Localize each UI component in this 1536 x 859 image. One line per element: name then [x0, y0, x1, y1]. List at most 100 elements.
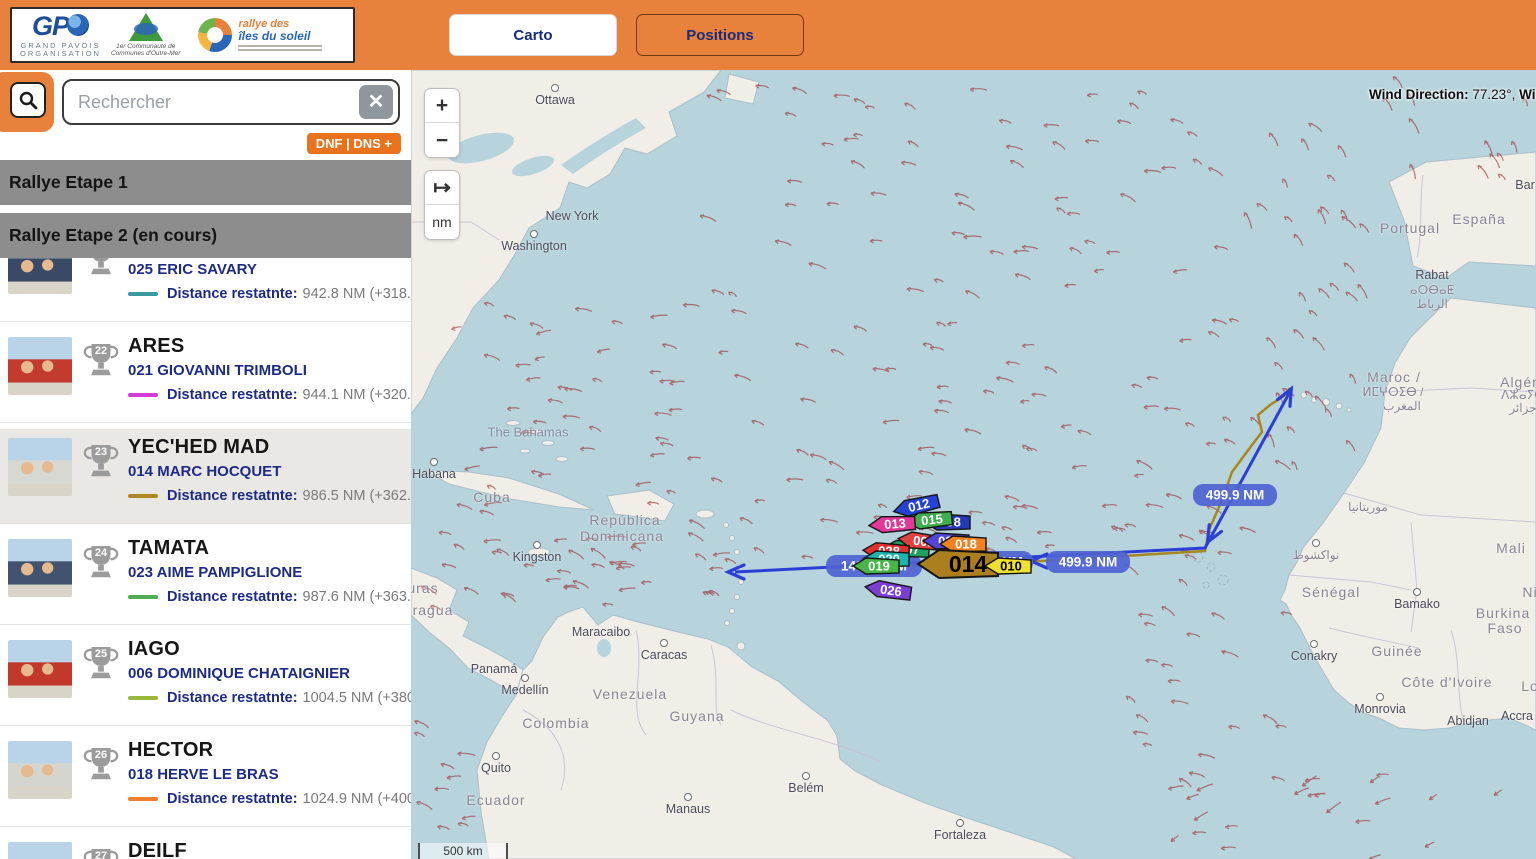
rank-number: 27 — [82, 850, 120, 859]
triangle-logo-icon — [129, 13, 163, 41]
skipper-name: 014 MARC HOCQUET — [128, 463, 411, 480]
unit-button[interactable]: nm — [425, 205, 459, 239]
map-land — [411, 70, 1536, 859]
track-color-swatch — [128, 393, 158, 397]
map-islands-dashed — [1193, 552, 1228, 588]
boat-list-item[interactable]: 27DEILF010 PHILIPPE LAVOIX — [0, 833, 411, 859]
close-icon: ✕ — [368, 92, 385, 112]
zoom-control: + − — [424, 88, 460, 158]
tab-carto[interactable]: Carto — [449, 14, 617, 56]
route-line-blue — [735, 388, 1292, 572]
wind-info: Wind Direction: 77.23°, Wind Spee — [1369, 87, 1536, 102]
boat-marker-number: 015 — [920, 511, 943, 528]
track-color-swatch — [128, 292, 158, 296]
boat-marker-number: 013 — [884, 516, 907, 532]
rank-trophy-icon: 23 — [82, 441, 120, 485]
boat-list-item[interactable]: 25IAGO006 DOMINIQUE CHATAIGNIERDistance … — [0, 631, 411, 726]
mg-caption2: Communes d'Outre-Mer — [111, 50, 181, 57]
boat-marker-number: 014 — [949, 551, 988, 577]
stage-header-etape1[interactable]: Rallye Etape 1 — [0, 160, 411, 205]
distance-pill: 499.9 NM — [1193, 484, 1277, 506]
boat-name: DEILF — [128, 840, 411, 859]
distance-label: Distance restatnte: — [167, 488, 298, 504]
trophy-icon — [82, 258, 120, 283]
skipper-name: 018 HERVE LE BRAS — [128, 766, 411, 783]
crew-photo — [8, 337, 72, 395]
map-canvas[interactable]: 1499.9 NMNM499.9 NM499.9 NM 008012015013… — [411, 70, 1536, 859]
boat-markers-layer: 0080120150130070010210180280200260140190… — [853, 493, 1031, 601]
rank-trophy-icon: 27 — [82, 845, 120, 859]
zoom-out-button[interactable]: − — [425, 123, 459, 157]
sidebar: ✕ DNF | DNS + Rallye Etape 1 Rallye Etap… — [0, 70, 411, 859]
rallye-logo-line2: îles du soleil — [238, 30, 322, 42]
distance-value: 1004.5 NM (+380.4 NM) — [303, 690, 411, 706]
boat-list-item[interactable]: 21025 ERIC SAVARYDistance restatnte:942.… — [0, 258, 411, 322]
boat-name: TAMATA — [128, 537, 411, 561]
boat-list[interactable]: 21025 ERIC SAVARYDistance restatnte:942.… — [0, 258, 411, 859]
boat-marker-026[interactable]: 026 — [864, 579, 912, 601]
crew-photo — [8, 438, 72, 496]
rank-trophy-icon: 26 — [82, 744, 120, 788]
dnf-dns-button[interactable]: DNF | DNS + — [307, 133, 401, 154]
distance-pill: 499.9 NM — [1046, 551, 1130, 573]
marie-galante-logo: 1er Communauté deCommunes d'Outre-Mer — [111, 13, 181, 58]
search-input[interactable] — [62, 79, 400, 125]
wind-direction-value: 77.23°, — [1472, 87, 1515, 102]
skipper-name: 021 GIOVANNI TRIMBOLI — [128, 362, 411, 379]
crew-photo — [8, 539, 72, 597]
zoom-in-button[interactable]: + — [425, 89, 459, 123]
distance-value: 986.5 NM (+362.4 NM) — [303, 488, 411, 504]
track-color-swatch — [128, 797, 158, 801]
app-root: GP GRAND PAVOISORGANISATION 1er Communau… — [0, 0, 1536, 859]
scale-bar: 500 km — [418, 843, 508, 859]
distance-pill-text: 499.9 NM — [1059, 555, 1118, 570]
wind-direction-label: Wind Direction: — [1369, 87, 1469, 102]
measure-icon: ↦ — [433, 176, 451, 199]
rank-number: 22 — [82, 345, 120, 357]
boat-list-item[interactable]: 26 HECTOR 018 HERVE LE BRAS Distance restat… — [0, 732, 411, 827]
boat-marker-number: 018 — [955, 537, 977, 552]
gpo-logo: GP GRAND PAVOISORGANISATION — [20, 13, 101, 57]
boat-name: IAGO — [128, 638, 411, 662]
distance-label: Distance restatnte: — [167, 387, 298, 403]
crew-photo — [8, 640, 72, 698]
rank-number: 23 — [82, 446, 120, 458]
skipper-name: 023 AIME PAMPIGLIONE — [128, 564, 411, 581]
boat-marker-number: 019 — [868, 559, 890, 574]
rallye-swirl-icon — [198, 18, 232, 52]
boat-list-item[interactable]: 24 TAMATA 023 AIME PAMPIGLIONE Distance res… — [0, 530, 411, 625]
route-layer — [728, 386, 1297, 579]
distance-value: 1024.9 NM (+400.7 NM) — [303, 791, 411, 807]
map-base-svg: 1499.9 NMNM499.9 NM499.9 NM 008012015013… — [411, 70, 1536, 859]
distance-pill-text: 499.9 NM — [1206, 488, 1265, 503]
rank-trophy-icon: 22 — [82, 340, 120, 384]
skipper-name: 025 ERIC SAVARY — [128, 261, 411, 278]
boat-name: YEC'HED MAD — [128, 436, 411, 460]
header-logo-group: GP GRAND PAVOISORGANISATION 1er Communau… — [10, 7, 355, 63]
rank-trophy-icon: 21 — [82, 258, 120, 283]
search-button[interactable] — [10, 82, 46, 118]
boat-list-item[interactable]: 22 ARES 021 GIOVANNI TRIMBOLI Distance rest… — [0, 328, 411, 423]
distance-value: 987.6 NM (+363.4 NM) — [303, 589, 411, 605]
gpo-globe-icon — [67, 14, 89, 36]
boat-marker-014[interactable]: 014 — [918, 550, 998, 578]
distance-label: Distance restatnte: — [167, 791, 298, 807]
clear-search-button[interactable]: ✕ — [359, 85, 393, 119]
measure-control: ↦ nm — [424, 170, 460, 240]
crew-photo — [8, 741, 72, 799]
distance-label: Distance restatnte: — [167, 589, 298, 605]
track-color-swatch — [128, 696, 158, 700]
crew-photo — [8, 842, 72, 859]
boat-list-item[interactable]: 23 YEC'HED MAD 014 MARC HOCQUET Distance re… — [0, 429, 411, 524]
stage-header-etape2[interactable]: Rallye Etape 2 (en cours) — [0, 213, 411, 258]
boat-name: ARES — [128, 335, 411, 359]
skipper-name: 006 DOMINIQUE CHATAIGNIER — [128, 665, 411, 682]
crew-photo — [8, 258, 72, 294]
measure-button[interactable]: ↦ — [425, 171, 459, 205]
rallye-iles-du-soleil-logo: rallye des îles du soleil — [198, 18, 322, 52]
tab-positions[interactable]: Positions — [636, 14, 804, 56]
rank-trophy-icon: 24 — [82, 542, 120, 586]
distance-label: Distance restatnte: — [167, 690, 298, 706]
track-color-swatch — [128, 595, 158, 599]
boat-name: HECTOR — [128, 739, 411, 763]
